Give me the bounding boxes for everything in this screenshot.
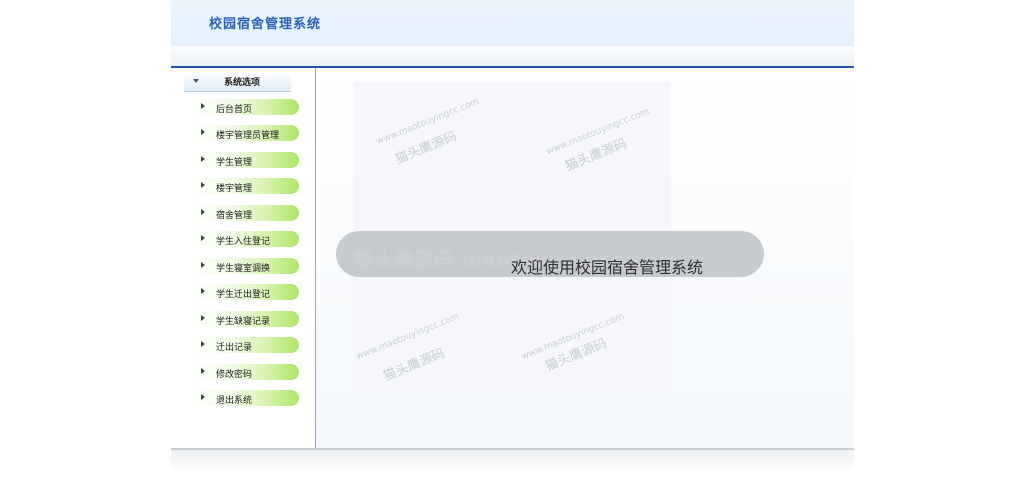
arrow-right-icon — [201, 368, 205, 374]
app-title: 校园宿舍管理系统 — [209, 17, 322, 32]
sidebar-item-home[interactable]: 后台首页 — [189, 99, 299, 115]
arrow-right-icon — [201, 156, 205, 162]
sidebar-item-label: 修改密码 — [216, 370, 253, 380]
header-bar — [171, 46, 854, 66]
sidebar-item-room-swap[interactable]: 学生寝室调换 — [189, 258, 299, 274]
sidebar-item-label: 学生迁出登记 — [216, 290, 271, 300]
sidebar-item-logout[interactable]: 退出系统 — [189, 390, 299, 406]
arrow-right-icon — [201, 288, 205, 294]
sidebar-item-buildings[interactable]: 楼宇管理 — [189, 178, 299, 194]
sidebar-item-dorms[interactable]: 宿舍管理 — [189, 205, 299, 221]
sidebar-item-students[interactable]: 学生管理 — [189, 152, 299, 168]
sidebar-item-label: 迁出记录 — [216, 343, 253, 353]
sidebar-item-checkin[interactable]: 学生入住登记 — [189, 231, 299, 247]
sidebar: 系统选项 后台首页 楼宇管理员管理 学生管理 楼宇管理 宿舍管理 学生入住登记 … — [171, 68, 315, 448]
watermark-image: www.maotouyingcc.com www.maotouyingcc.co… — [336, 82, 764, 398]
arrow-right-icon — [201, 182, 205, 188]
sidebar-section-header[interactable]: 系统选项 — [184, 72, 291, 92]
sidebar-item-label: 宿舍管理 — [216, 211, 253, 221]
sidebar-item-label: 楼宇管理员管理 — [216, 131, 280, 141]
arrow-right-icon — [201, 103, 205, 109]
main-content: www.maotouyingcc.com www.maotouyingcc.co… — [316, 68, 854, 448]
welcome-text: 欢迎使用校园宿舍管理系统 — [511, 258, 704, 277]
arrow-right-icon — [201, 209, 205, 215]
sidebar-item-absence[interactable]: 学生缺寝记录 — [189, 311, 299, 327]
sidebar-item-label: 学生缺寝记录 — [216, 317, 271, 327]
app-frame: 校园宿舍管理系统 系统选项 后台首页 楼宇管理员管理 学生管理 楼宇管理 宿舍管… — [171, 0, 854, 480]
sidebar-item-label: 后台首页 — [216, 105, 253, 115]
arrow-right-icon — [201, 235, 205, 241]
sidebar-item-label: 退出系统 — [216, 396, 253, 406]
sidebar-item-label: 楼宇管理 — [216, 184, 253, 194]
sidebar-section-title: 系统选项 — [224, 78, 261, 88]
footer — [171, 450, 854, 472]
arrow-right-icon — [201, 341, 205, 347]
arrow-right-icon — [201, 129, 205, 135]
header: 校园宿舍管理系统 — [171, 0, 854, 46]
sidebar-item-label: 学生入住登记 — [216, 237, 271, 247]
sidebar-item-label: 学生管理 — [216, 158, 253, 168]
caret-down-icon — [193, 79, 199, 83]
welcome-banner: 猫头鹰源码 maotouyingcc.com 欢迎使用校园宿舍管理系统 — [336, 231, 764, 277]
arrow-right-icon — [201, 394, 205, 400]
sidebar-item-change-password[interactable]: 修改密码 — [189, 364, 299, 380]
arrow-right-icon — [201, 262, 205, 268]
sidebar-item-move-out-records[interactable]: 迁出记录 — [189, 337, 299, 353]
arrow-right-icon — [201, 315, 205, 321]
sidebar-item-building-admin[interactable]: 楼宇管理员管理 — [189, 125, 299, 141]
sidebar-item-label: 学生寝室调换 — [216, 264, 271, 274]
sidebar-item-checkout[interactable]: 学生迁出登记 — [189, 284, 299, 300]
